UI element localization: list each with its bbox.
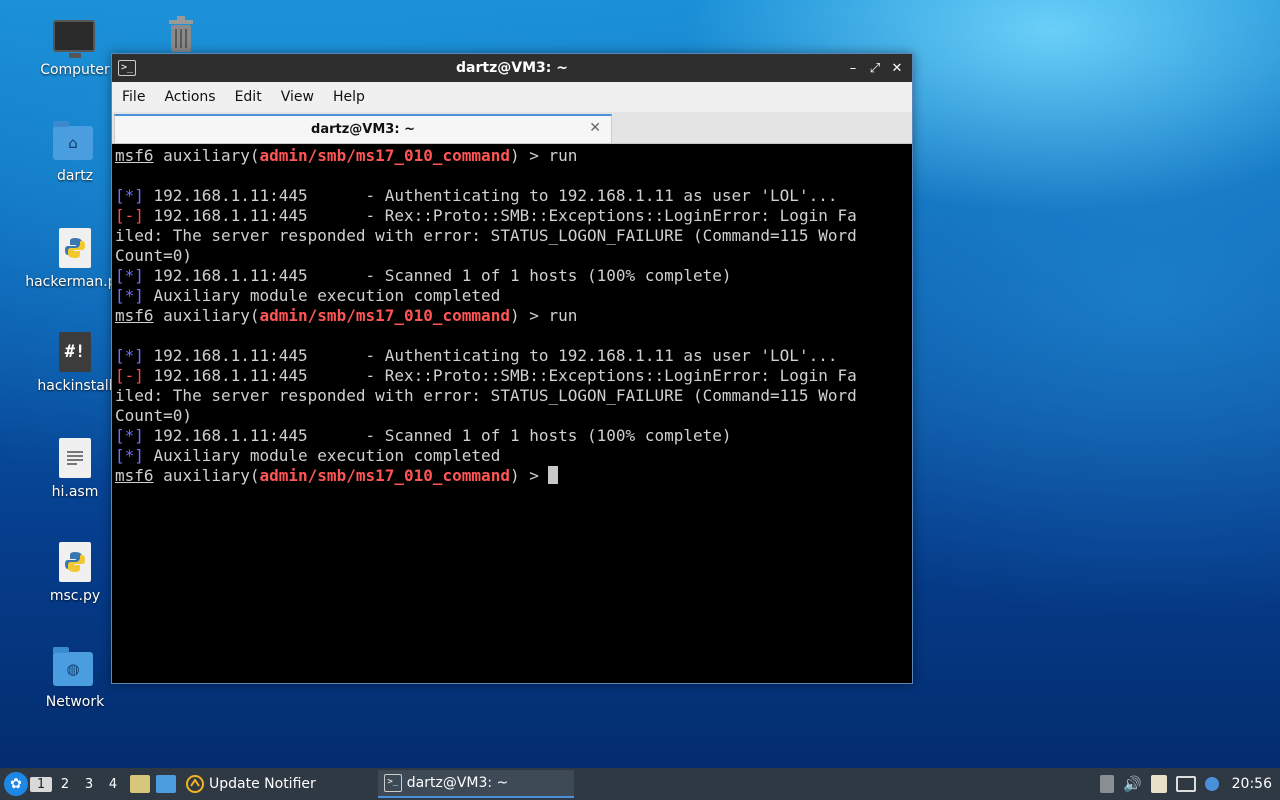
output-line: [*] Auxiliary module execution completed <box>115 286 501 305</box>
text-cursor <box>548 466 559 484</box>
menu-edit[interactable]: Edit <box>235 89 273 105</box>
menu-bar: File Actions Edit View Help <box>112 82 912 112</box>
menu-view[interactable]: View <box>281 89 325 105</box>
update-notifier-icon <box>186 775 204 793</box>
volume-icon[interactable]: 🔊 <box>1123 775 1142 793</box>
menu-file[interactable]: File <box>122 89 156 105</box>
task-terminal[interactable]: >_ dartz@VM3: ~ <box>377 770 574 798</box>
output-line: [*] 192.168.1.11:445 - Scanned 1 of 1 ho… <box>115 426 732 445</box>
desktop-icon-label: hackerman.py <box>25 274 125 290</box>
workspace-1[interactable]: 1 <box>30 776 52 792</box>
tab-terminal[interactable]: dartz@VM3: ~ ✕ <box>114 114 612 143</box>
terminal-icon: >_ <box>383 774 402 792</box>
tab-title: dartz@VM3: ~ <box>311 122 415 137</box>
terminal-output[interactable]: msf6 auxiliary(admin/smb/ms17_010_comman… <box>114 146 910 681</box>
desktop-icon-label: dartz <box>56 168 94 184</box>
eject-icon[interactable] <box>1099 775 1114 793</box>
trash-icon[interactable] <box>165 14 197 54</box>
start-menu-icon[interactable]: ✿ <box>4 772 28 796</box>
prompt-line: msf6 auxiliary(admin/smb/ms17_010_comman… <box>115 306 578 325</box>
clock[interactable]: 20:56 <box>1232 776 1272 792</box>
workspace-4[interactable]: 4 <box>102 777 124 792</box>
prompt-line-current: msf6 auxiliary(admin/smb/ms17_010_comman… <box>115 466 910 486</box>
tab-bar: dartz@VM3: ~ ✕ <box>112 112 912 144</box>
output-line: iled: The server responded with error: S… <box>115 226 857 245</box>
shell-script-icon: #! <box>53 330 97 374</box>
output-line: iled: The server responded with error: S… <box>115 386 857 405</box>
system-tray: 🔊 20:56 <box>1099 775 1272 793</box>
output-line: Count=0) <box>115 406 193 425</box>
workspace-2[interactable]: 2 <box>54 777 76 792</box>
desktop-icon-label: Network <box>45 694 105 710</box>
task-update-notifier[interactable]: Update Notifier <box>180 770 322 798</box>
output-line: [*] Auxiliary module execution completed <box>115 446 501 465</box>
output-line: [-] 192.168.1.11:445 - Rex::Proto::SMB::… <box>115 366 857 385</box>
network-folder-icon: ◍ <box>53 646 97 690</box>
window-titlebar[interactable]: >_ dartz@VM3: ~ – ⤢ ✕ <box>112 54 912 82</box>
show-desktop-icon[interactable] <box>156 775 176 793</box>
output-line: [-] 192.168.1.11:445 - Rex::Proto::SMB::… <box>115 206 857 225</box>
computer-icon <box>53 14 97 58</box>
maximize-button[interactable]: ⤢ <box>868 61 882 76</box>
desktop-icon-label: hi.asm <box>51 484 99 500</box>
desktop-icon-label: hackinstall <box>37 378 113 394</box>
task-label: Update Notifier <box>209 776 316 792</box>
output-line: [*] 192.168.1.11:445 - Authenticating to… <box>115 346 838 365</box>
close-button[interactable]: ✕ <box>890 61 904 76</box>
network-icon[interactable] <box>1175 776 1196 792</box>
notification-icon[interactable] <box>1204 777 1219 791</box>
menu-help[interactable]: Help <box>333 89 376 105</box>
desktop-icon-label: Computer <box>40 62 110 78</box>
workspace-3[interactable]: 3 <box>78 777 100 792</box>
home-folder-icon: ⌂ <box>53 120 97 164</box>
text-file-icon <box>53 436 97 480</box>
menu-actions[interactable]: Actions <box>164 89 226 105</box>
python-file-icon <box>53 226 97 270</box>
taskbar: ✿ 1 2 3 4 Update Notifier >_ dartz@VM3: … <box>0 768 1280 800</box>
python-file-icon <box>53 540 97 584</box>
tab-close-icon[interactable]: ✕ <box>589 120 601 136</box>
minimize-button[interactable]: – <box>846 61 860 76</box>
file-manager-launcher-icon[interactable] <box>130 775 150 793</box>
terminal-window[interactable]: >_ dartz@VM3: ~ – ⤢ ✕ File Actions Edit … <box>111 53 913 684</box>
clipboard-icon[interactable] <box>1150 775 1167 793</box>
output-line: Count=0) <box>115 246 193 265</box>
task-label: dartz@VM3: ~ <box>406 775 509 791</box>
prompt-line: msf6 auxiliary(admin/smb/ms17_010_comman… <box>115 146 578 165</box>
output-line: [*] 192.168.1.11:445 - Authenticating to… <box>115 186 838 205</box>
output-line: [*] 192.168.1.11:445 - Scanned 1 of 1 ho… <box>115 266 732 285</box>
desktop-icon-label: msc.py <box>49 588 101 604</box>
window-title: dartz@VM3: ~ <box>456 60 568 76</box>
